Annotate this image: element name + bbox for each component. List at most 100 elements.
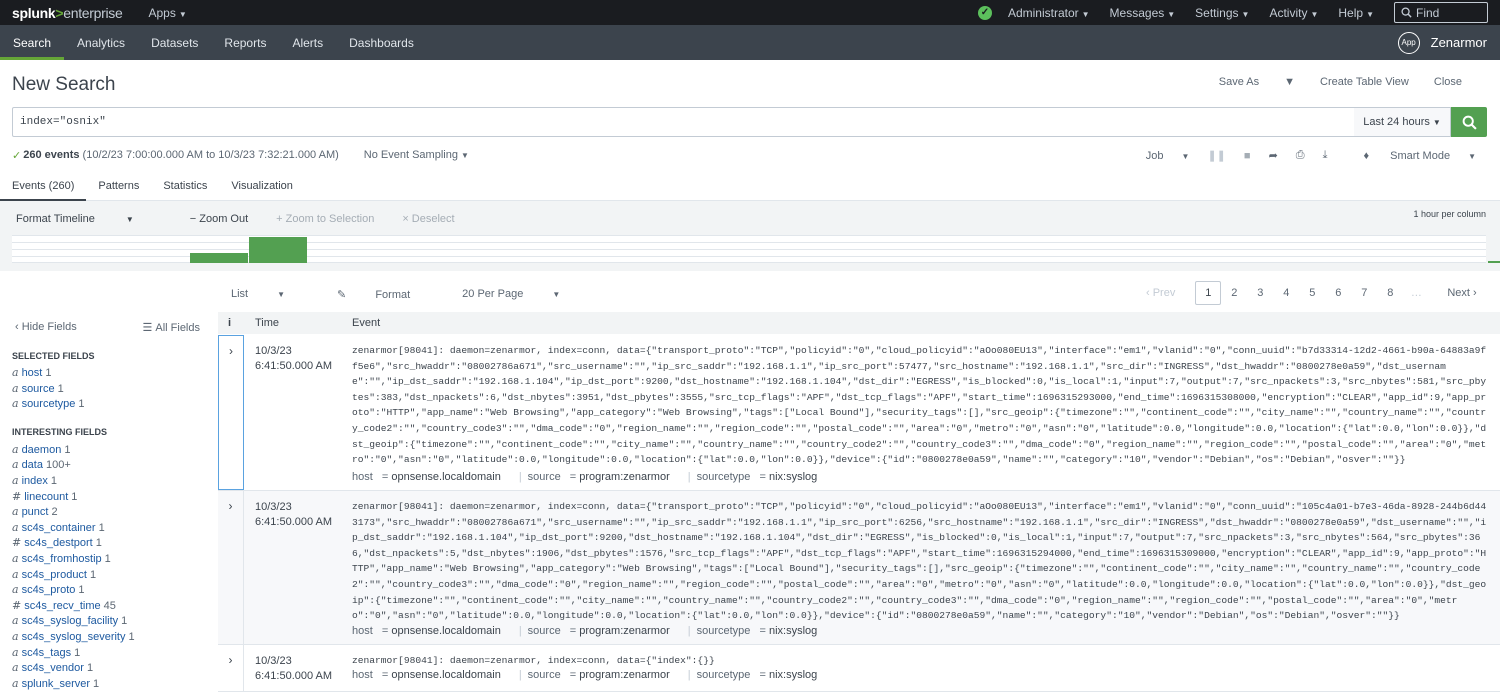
- settings-menu[interactable]: Settings ▼: [1195, 6, 1249, 20]
- expand-row-icon[interactable]: ›: [218, 645, 244, 691]
- run-search-button[interactable]: [1451, 107, 1487, 137]
- timeline-bar-column[interactable]: [249, 237, 307, 263]
- field-item[interactable]: a sc4s_container 1: [12, 521, 105, 534]
- nav-search[interactable]: Search: [0, 25, 65, 60]
- page-button[interactable]: 4: [1273, 287, 1299, 299]
- page-button[interactable]: 7: [1351, 287, 1377, 299]
- per-page-menu[interactable]: 20 Per Page ▼: [462, 288, 586, 301]
- close-button[interactable]: Close: [1434, 76, 1462, 88]
- field-item[interactable]: a sc4s_product 1: [12, 568, 96, 581]
- list-view-menu[interactable]: List ▼: [231, 288, 311, 301]
- page-button[interactable]: 6: [1325, 287, 1351, 299]
- save-as-button[interactable]: Save As ▼: [1194, 76, 1295, 88]
- field-item[interactable]: # sc4s_recv_time 45: [12, 599, 116, 612]
- apps-menu[interactable]: Apps ▼: [148, 6, 186, 20]
- search-mode-menu[interactable]: ♦ Smart Mode ▼: [1345, 150, 1476, 162]
- field-item[interactable]: a splunk_server 1: [12, 677, 99, 690]
- expand-row-icon[interactable]: ›: [218, 335, 244, 490]
- all-fields-button[interactable]: ☰ All Fields: [142, 321, 200, 334]
- nav-alerts[interactable]: Alerts: [279, 25, 336, 60]
- tab-visualization[interactable]: Visualization: [219, 172, 305, 201]
- sourcetype-field[interactable]: sourcetype = nix:syslog: [697, 625, 824, 637]
- nav-dashboards[interactable]: Dashboards: [336, 25, 427, 60]
- host-field[interactable]: host = opnsense.localdomain: [352, 471, 507, 483]
- time-range-picker[interactable]: Last 24 hours ▼: [1354, 107, 1451, 137]
- create-table-view-button[interactable]: Create Table View: [1320, 76, 1409, 88]
- field-item[interactable]: a sc4s_syslog_severity 1: [12, 630, 135, 643]
- nav-reports[interactable]: Reports: [211, 25, 279, 60]
- nav-datasets[interactable]: Datasets: [138, 25, 211, 60]
- next-page-button[interactable]: Next ›: [1447, 287, 1476, 299]
- prev-page-button[interactable]: ‹ Prev: [1146, 287, 1175, 299]
- splunk-logo[interactable]: splunk>enterprise: [12, 5, 123, 21]
- page-button[interactable]: 3: [1247, 287, 1273, 299]
- field-item[interactable]: a sourcetype 1: [12, 397, 85, 410]
- tab-statistics[interactable]: Statistics: [151, 172, 219, 201]
- field-item[interactable]: a data 100+: [12, 458, 71, 471]
- event-date: 10/3/23: [255, 655, 292, 667]
- field-item[interactable]: a source 1: [12, 382, 64, 395]
- deselect-button[interactable]: × Deselect: [402, 213, 454, 225]
- field-item[interactable]: a index 1: [12, 474, 57, 487]
- event-raw-text[interactable]: zenarmor[98041]: daemon=zenarmor, index=…: [352, 499, 1488, 624]
- field-item[interactable]: a sc4s_proto 1: [12, 583, 85, 596]
- format-timeline-menu[interactable]: Format Timeline ▼: [16, 213, 162, 225]
- nav-analytics[interactable]: Analytics: [64, 25, 138, 60]
- host-field[interactable]: host = opnsense.localdomain: [352, 669, 507, 681]
- print-icon[interactable]: ⎙: [1296, 149, 1305, 162]
- export-icon[interactable]: ⤓: [1323, 149, 1328, 162]
- sourcetype-field[interactable]: sourcetype = nix:syslog: [697, 471, 824, 483]
- stop-icon[interactable]: ■: [1244, 150, 1251, 162]
- pause-icon[interactable]: ❚❚: [1207, 149, 1225, 162]
- expand-row-icon[interactable]: ›: [218, 491, 244, 644]
- event-time[interactable]: 10/3/23 6:41:50.000 AM: [255, 344, 332, 374]
- host-field[interactable]: host = opnsense.localdomain: [352, 625, 507, 637]
- page-button[interactable]: 5: [1299, 287, 1325, 299]
- search-query-input[interactable]: index="osnix": [12, 107, 1355, 137]
- field-type-icon: a: [12, 381, 19, 395]
- source-field[interactable]: source = program:zenarmor: [528, 669, 676, 681]
- field-item[interactable]: a sc4s_tags 1: [12, 646, 80, 659]
- sourcetype-key: sourcetype: [696, 471, 751, 483]
- field-item[interactable]: a sc4s_fromhostip 1: [12, 552, 111, 565]
- event-raw-text[interactable]: zenarmor[98041]: daemon=zenarmor, index=…: [352, 653, 1488, 669]
- app-identity[interactable]: App Zenarmor: [1397, 25, 1487, 60]
- field-item[interactable]: # sc4s_destport 1: [12, 536, 102, 549]
- source-field[interactable]: source = program:zenarmor: [528, 471, 676, 483]
- timeline-bar-column[interactable]: [1488, 261, 1500, 263]
- share-icon[interactable]: ➦: [1269, 149, 1278, 162]
- field-item[interactable]: a daemon 1: [12, 443, 70, 456]
- source-field[interactable]: source = program:zenarmor: [528, 625, 676, 637]
- field-item[interactable]: a host 1: [12, 366, 51, 379]
- field-item[interactable]: a punct 2: [12, 505, 58, 518]
- health-status-ok-icon[interactable]: ✓: [977, 5, 992, 20]
- event-time[interactable]: 10/3/23 6:41:50.000 AM: [255, 500, 332, 530]
- time-column-header[interactable]: Time: [255, 317, 279, 329]
- administrator-menu[interactable]: Administrator ▼: [1008, 6, 1090, 20]
- page-button[interactable]: 2: [1221, 287, 1247, 299]
- field-item[interactable]: a sc4s_vendor 1: [12, 661, 93, 674]
- timeline-bar-column[interactable]: [190, 253, 248, 263]
- zoom-to-selection-button[interactable]: + Zoom to Selection: [276, 213, 374, 225]
- sourcetype-field[interactable]: sourcetype = nix:syslog: [697, 669, 824, 681]
- event-raw-text[interactable]: zenarmor[98041]: daemon=zenarmor, index=…: [352, 343, 1488, 468]
- tab-events[interactable]: Events (260): [0, 172, 87, 201]
- find-input[interactable]: Find: [1394, 2, 1488, 23]
- timeline-gridline: [12, 242, 1486, 243]
- event-time[interactable]: 10/3/23 6:41:50.000 AM: [255, 654, 332, 684]
- zoom-out-button[interactable]: − Zoom Out: [190, 213, 248, 225]
- event-sampling-menu[interactable]: No Event Sampling ▼: [364, 149, 469, 162]
- field-item[interactable]: # linecount 1: [12, 490, 77, 503]
- caret-down-icon: ▼: [277, 290, 286, 299]
- messages-menu[interactable]: Messages ▼: [1110, 6, 1176, 20]
- hide-fields-button[interactable]: ‹ Hide Fields: [15, 321, 77, 334]
- page-button[interactable]: 8: [1377, 287, 1403, 299]
- field-item[interactable]: a sc4s_syslog_facility 1: [12, 614, 127, 627]
- timeline-chart[interactable]: [12, 235, 1500, 263]
- job-menu[interactable]: Job ▼: [1128, 150, 1190, 162]
- page-button[interactable]: 1: [1195, 281, 1222, 305]
- format-menu[interactable]: ✎ Format: [337, 288, 436, 301]
- tab-patterns[interactable]: Patterns: [86, 172, 151, 201]
- help-menu[interactable]: Help ▼: [1338, 6, 1374, 20]
- activity-menu[interactable]: Activity ▼: [1269, 6, 1318, 20]
